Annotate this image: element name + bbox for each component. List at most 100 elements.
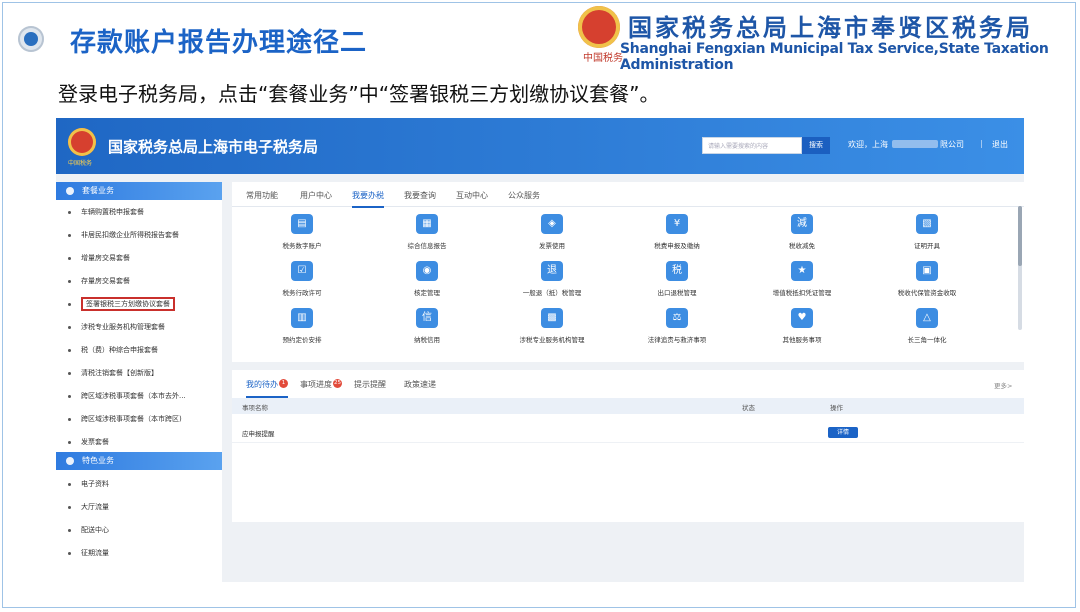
tax-emblem-icon (578, 6, 620, 48)
header-separator: | (980, 139, 983, 148)
sidebar-item[interactable]: 大厅流量 (56, 500, 222, 514)
service-icon: 退 (541, 261, 563, 281)
service-label: 长三角一体化 (907, 336, 947, 344)
sidebar-item-bank-tax-agreement[interactable]: 签署银税三方划缴协议套餐 (56, 297, 222, 311)
sidebar-item[interactable]: 配送中心 (56, 523, 222, 537)
portal-emblem-caption: 中国税务 (68, 160, 93, 167)
tab-interaction[interactable]: 互动中心 (456, 190, 488, 201)
service-icon: ▣ (916, 261, 938, 281)
col-item-name: 事项名称 (242, 404, 268, 412)
service-label: 纳税信用 (414, 336, 440, 344)
service-label: 发票使用 (539, 242, 565, 250)
service-item[interactable]: ▤ 税务数字账户 (247, 214, 357, 250)
tab-progress[interactable]: 事项进度 25 (300, 379, 342, 390)
sidebar-item[interactable]: 电子资料 (56, 477, 222, 491)
emblem-caption: 中国税务 (583, 53, 623, 64)
service-icon: ¥ (666, 214, 688, 234)
service-item[interactable]: 減税收减免 (747, 214, 857, 250)
service-label: 核定管理 (414, 289, 440, 297)
portal-header: 中国税务 国家税务总局上海市电子税务局 请输入需要搜索的内容 搜索 欢迎，上海 … (56, 118, 1024, 174)
sidebar-section-packages[interactable]: 套餐业务 (56, 182, 222, 200)
service-icon: ♥ (791, 308, 813, 328)
service-icon: ◉ (416, 261, 438, 281)
sidebar-item[interactable]: 车辆购置税申报套餐 (56, 205, 222, 219)
sidebar-item[interactable]: 征期流量 (56, 546, 222, 560)
more-link[interactable]: 更多> (994, 380, 1012, 390)
service-label: 综合信息报告 (407, 242, 447, 250)
tab-reminders[interactable]: 提示提醒 (354, 379, 386, 390)
org-name-cn: 国家税务总局上海市奉贤区税务局 (628, 14, 1033, 42)
service-icon: ▩ (541, 308, 563, 328)
service-label: 其他服务事项 (782, 336, 822, 344)
org-name-en: Shanghai Fengxian Municipal Tax Service,… (620, 41, 1049, 73)
service-icon: 税 (666, 261, 688, 281)
sidebar-item[interactable]: 增量房交易套餐 (56, 251, 222, 265)
sidebar-item[interactable]: 清税注销套餐【创新版】 (56, 366, 222, 380)
redacted-company (892, 140, 938, 148)
service-label: 增值税抵扣凭证管理 (772, 289, 832, 297)
service-icon: ▦ (416, 214, 438, 234)
service-item[interactable]: ¥ 税费申报及缴纳 (622, 214, 732, 250)
tab-tax-handling[interactable]: 我要办税 (352, 190, 384, 208)
col-action: 操作 (830, 404, 843, 412)
col-status: 状态 (742, 404, 755, 412)
sidebar-item[interactable]: 非居民扣缴企业所得税报告套餐 (56, 228, 222, 242)
service-label: 涉税专业服务机构管理 (519, 336, 585, 344)
service-label: 预约定价安排 (282, 336, 322, 344)
search-button[interactable]: 搜索 (802, 137, 830, 154)
service-label: 法律追责与救济事项 (647, 336, 707, 344)
service-item[interactable]: ▩ 涉税专业服务机构管理 (497, 308, 607, 344)
service-item[interactable]: ◈ 发票使用 (497, 214, 607, 250)
service-item[interactable]: 退一般退（抵）税管理 (497, 261, 607, 297)
logout-link[interactable]: 退出 (992, 139, 1008, 150)
service-item[interactable]: ★ 增值税抵扣凭证管理 (747, 261, 857, 297)
detail-button[interactable]: 详情 (828, 427, 858, 438)
tab-user-center[interactable]: 用户中心 (300, 190, 332, 201)
service-panel: 常用功能 用户中心 我要办税 我要查询 互动中心 公众服务 ▤ 税务数字账户 ▦ 综合… (232, 182, 1024, 362)
service-item[interactable]: ▦ 综合信息报告 (372, 214, 482, 250)
tab-policy[interactable]: 政策速递 (404, 379, 436, 390)
tab-common[interactable]: 常用功能 (246, 190, 278, 201)
sidebar: 套餐业务 车辆购置税申报套餐 非居民扣缴企业所得税报告套餐 增量房交易套餐 存量… (56, 182, 222, 582)
service-icon: ▥ (291, 308, 313, 328)
tab-public-service[interactable]: 公众服务 (508, 190, 540, 201)
service-label: 税收减免 (789, 242, 815, 250)
tab-my-todo[interactable]: 我的待办 1 (246, 379, 288, 398)
sidebar-item[interactable]: 跨区域涉税事项套餐（本市去外... (56, 389, 222, 403)
scrollbar-thumb[interactable] (1018, 206, 1022, 266)
tab-query[interactable]: 我要查询 (404, 190, 436, 201)
row-item-name: 应申报提醒 (242, 430, 275, 438)
bullet-icon (18, 26, 44, 52)
search-input[interactable]: 请输入需要搜索的内容 (702, 137, 802, 154)
sidebar-item[interactable]: 跨区域涉税事项套餐（本市跨区) (56, 412, 222, 426)
service-item[interactable]: 信纳税信用 (372, 308, 482, 344)
service-icon: △ (916, 308, 938, 328)
service-item[interactable]: ▣ 税收代保管资金收取 (872, 261, 982, 297)
service-label: 证明开具 (914, 242, 940, 250)
service-icon: ☑ (291, 261, 313, 281)
sidebar-item[interactable]: 存量房交易套餐 (56, 274, 222, 288)
service-label: 税务行政许可 (282, 289, 322, 297)
service-item[interactable]: ♥ 其他服务事项 (747, 308, 857, 344)
service-item[interactable]: ☑ 税务行政许可 (247, 261, 357, 297)
package-icon (66, 186, 74, 195)
service-item[interactable]: ▥ 预约定价安排 (247, 308, 357, 344)
sidebar-item[interactable]: 涉税专业服务机构管理套餐 (56, 320, 222, 334)
service-icon: 信 (416, 308, 438, 328)
service-item[interactable]: ▧ 证明开具 (872, 214, 982, 250)
service-item[interactable]: ◉ 核定管理 (372, 261, 482, 297)
service-label: 税务数字账户 (282, 242, 322, 250)
sidebar-item[interactable]: 发票套餐 (56, 435, 222, 449)
sidebar-item[interactable]: 税（费）种综合申报套餐 (56, 343, 222, 357)
table-row: 应申报提醒 详情 (232, 422, 1024, 443)
service-label: 出口退税管理 (657, 289, 697, 297)
sidebar-section-features[interactable]: 特色业务 (56, 452, 222, 470)
portal-title: 国家税务总局上海市电子税务局 (108, 138, 319, 156)
table-header: 事项名称 状态 操作 (232, 398, 1024, 414)
service-item[interactable]: △ 长三角一体化 (872, 308, 982, 344)
service-item[interactable]: 税出口退税管理 (622, 261, 732, 297)
service-item[interactable]: ⚖ 法律追责与救济事项 (622, 308, 732, 344)
service-icon: ★ (791, 261, 813, 281)
service-icon: 減 (791, 214, 813, 234)
service-icon: ⚖ (666, 308, 688, 328)
